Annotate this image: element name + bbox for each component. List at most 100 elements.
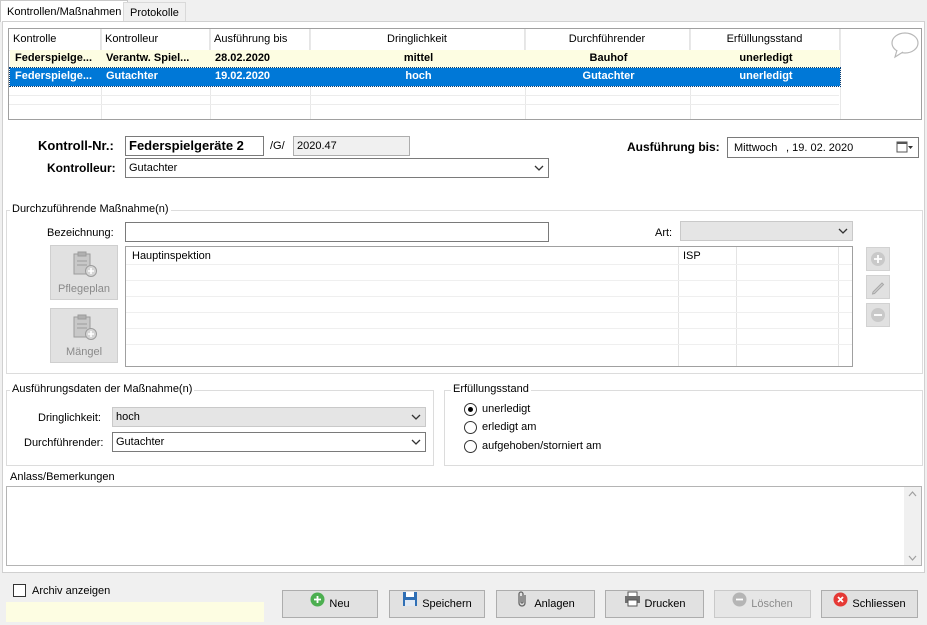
window: Kontrollen/Maßnahmen Protokolle Kontroll… xyxy=(0,0,927,625)
archiv-checkbox[interactable] xyxy=(13,584,26,597)
pflegeplan-button[interactable]: Pflegeplan xyxy=(50,245,118,300)
tab-protokolle[interactable]: Protokolle xyxy=(123,2,186,22)
radio-erledigt-am[interactable] xyxy=(464,421,477,434)
chevron-down-icon xyxy=(534,160,544,178)
maengel-label: Mängel xyxy=(65,346,103,358)
speichern-label: Speichern xyxy=(422,598,472,610)
durchfuehrender-select[interactable]: Gutachter xyxy=(112,432,426,452)
loeschen-label: Löschen xyxy=(751,598,793,610)
column-header-durchfuehrender[interactable]: Durchführender xyxy=(525,29,690,50)
comment-bubble-icon[interactable] xyxy=(890,31,920,62)
kontroll-nr-field[interactable]: Federspielgeräte 2 xyxy=(125,136,264,156)
radio-unerledigt[interactable] xyxy=(464,403,477,416)
cell-kontrolleur: Gutachter xyxy=(106,70,158,82)
remove-massnahme-button[interactable] xyxy=(866,303,890,327)
radio-aufgehoben-label[interactable]: aufgehoben/storniert am xyxy=(482,440,601,452)
list-item[interactable]: Hauptinspektion ISP xyxy=(126,248,852,264)
date-weekday: Mittwoch xyxy=(734,142,778,154)
anlass-textarea[interactable] xyxy=(6,486,922,566)
list-row-line xyxy=(126,328,852,329)
pflegeplan-label: Pflegeplan xyxy=(58,283,110,295)
schliessen-button[interactable]: Schliessen xyxy=(821,590,918,618)
anlass-label: Anlass/Bemerkungen xyxy=(10,471,115,483)
list-row-line xyxy=(126,264,852,265)
ausfuehrungsdaten-group-title: Ausführungsdaten der Maßnahme(n) xyxy=(10,383,195,395)
massnahme-name: Hauptinspektion xyxy=(132,250,211,262)
kontrolleur-select[interactable]: Gutachter xyxy=(125,158,549,178)
kontrolleur-value: Gutachter xyxy=(129,162,178,174)
cell-durchfuehrender: Gutachter xyxy=(582,70,635,82)
chevron-down-icon xyxy=(838,223,848,241)
date-value: , 19. 02. 2020 xyxy=(786,142,854,154)
cell-kontrolle: Federspielge... xyxy=(15,52,93,64)
pencil-icon xyxy=(871,282,885,295)
list-row-line xyxy=(126,344,852,345)
loeschen-button[interactable]: Löschen xyxy=(714,590,811,618)
art-select[interactable] xyxy=(680,221,853,241)
column-header-kontrolle[interactable]: Kontrolle xyxy=(9,29,101,50)
minus-circle-icon xyxy=(871,308,885,322)
column-header-dringlichkeit[interactable]: Dringlichkeit xyxy=(310,29,525,50)
speichern-button[interactable]: Speichern xyxy=(389,590,485,618)
plus-circle-icon xyxy=(310,591,325,617)
erfuellungsstand-group-title: Erfüllungsstand xyxy=(451,383,531,395)
durchfuehrender-label: Durchführender: xyxy=(24,437,104,449)
table-row-selected[interactable]: Federspielge... Gutachter 19.02.2020 hoc… xyxy=(9,67,841,87)
drucken-button[interactable]: Drucken xyxy=(605,590,704,618)
radio-aufgehoben[interactable] xyxy=(464,440,477,453)
paperclip-icon xyxy=(516,591,530,617)
column-header-kontrolleur[interactable]: Kontrolleur xyxy=(101,29,210,50)
dringlichkeit-value: hoch xyxy=(116,411,140,423)
grid-row-line xyxy=(9,86,839,87)
dringlichkeit-label: Dringlichkeit: xyxy=(38,412,101,424)
cell-kontrolleur: Verantw. Spiel... xyxy=(106,52,190,64)
grid-header: Kontrolle Kontrolleur Ausführung bis Dri… xyxy=(9,29,921,50)
save-icon xyxy=(402,591,418,617)
status-bar xyxy=(6,602,264,622)
chevron-down-icon xyxy=(411,434,421,452)
column-header-ausfuehrung-bis[interactable]: Ausführung bis xyxy=(210,29,310,50)
grid-row-line xyxy=(9,104,839,105)
add-massnahme-button[interactable] xyxy=(866,247,890,271)
maengel-button[interactable]: Mängel xyxy=(50,308,118,363)
calendar-icon[interactable] xyxy=(896,140,914,157)
radio-erledigt-am-label[interactable]: erledigt am xyxy=(482,421,536,433)
g-number-field[interactable]: 2020.47 xyxy=(293,136,410,156)
durchfuehrender-value: Gutachter xyxy=(116,436,165,448)
anlass-scrollbar[interactable] xyxy=(904,487,921,565)
clipboard-add-icon xyxy=(70,250,98,278)
radio-unerledigt-label[interactable]: unerledigt xyxy=(482,403,530,415)
plus-circle-icon xyxy=(871,252,885,266)
cell-erfuellungsstand: unerledigt xyxy=(739,70,793,82)
archiv-label[interactable]: Archiv anzeigen xyxy=(32,585,110,597)
kontrolleur-label: Kontrolleur: xyxy=(47,161,116,175)
printer-icon xyxy=(624,591,641,617)
kontrollen-grid[interactable]: Kontrolle Kontrolleur Ausführung bis Dri… xyxy=(8,28,922,120)
column-header-erfuellungsstand[interactable]: Erfüllungsstand xyxy=(690,29,840,50)
table-row[interactable]: Federspielge... Verantw. Spiel... 28.02.… xyxy=(10,50,840,68)
art-label: Art: xyxy=(655,227,673,239)
list-row-line xyxy=(126,312,852,313)
chevron-down-icon xyxy=(411,409,421,427)
cell-kontrolle: Federspielge... xyxy=(15,70,93,82)
neu-button[interactable]: Neu xyxy=(282,590,378,618)
bezeichnung-input[interactable] xyxy=(125,222,549,242)
ausfuehrung-bis-datepicker[interactable]: Mittwoch , 19. 02. 2020 xyxy=(727,137,919,158)
massnahme-art: ISP xyxy=(683,250,701,262)
edit-massnahme-button[interactable] xyxy=(866,275,890,299)
cell-dringlichkeit: mittel xyxy=(403,52,434,64)
cell-ausfuehrung-bis: 19.02.2020 xyxy=(215,70,271,82)
anlagen-button[interactable]: Anlagen xyxy=(496,590,595,618)
massnahmen-list[interactable]: Hauptinspektion ISP xyxy=(125,246,853,367)
cell-durchfuehrender: Bauhof xyxy=(589,52,628,64)
cell-dringlichkeit: hoch xyxy=(405,70,432,82)
drucken-label: Drucken xyxy=(644,598,686,610)
ausfuehrung-bis-label: Ausführung bis: xyxy=(627,140,720,154)
cell-erfuellungsstand: unerledigt xyxy=(739,52,793,64)
cell-ausfuehrung-bis: 28.02.2020 xyxy=(215,52,271,64)
kontroll-nr-label: Kontroll-Nr.: xyxy=(38,138,114,153)
list-row-line xyxy=(126,280,852,281)
dringlichkeit-select[interactable]: hoch xyxy=(112,407,426,427)
clipboard-add-icon xyxy=(70,313,98,341)
tab-kontrollen-massnahmen[interactable]: Kontrollen/Maßnahmen xyxy=(0,0,129,22)
